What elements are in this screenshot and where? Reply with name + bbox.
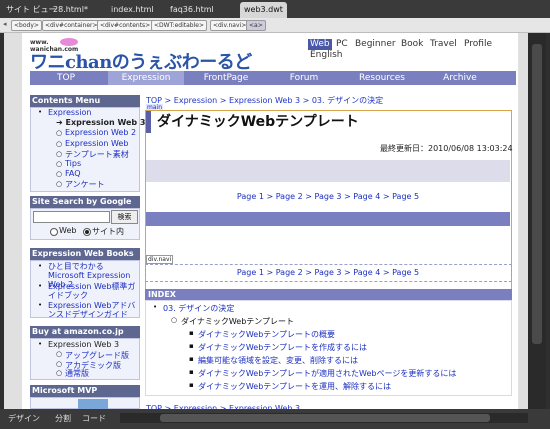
search-input[interactable] — [33, 211, 110, 223]
menu-item-expression-web[interactable]: Expression Web — [65, 139, 128, 148]
index-item-level3[interactable]: ダイナミックWebテンプレートが適用されたWebページを更新するには — [198, 368, 456, 379]
nav-frontpage[interactable]: FrontPage — [190, 71, 262, 85]
nav-forum[interactable]: Forum — [268, 71, 340, 85]
document-tab-bar: サイト ビュー 28.html* index.html faq36.html w… — [0, 0, 550, 18]
tab-design[interactable]: デザイン — [8, 412, 40, 426]
lang-profile[interactable]: Profile — [462, 39, 494, 50]
amazon-item: Expression Web 3 — [48, 340, 120, 349]
radio-web-label: Web — [59, 226, 77, 235]
lang-beginner[interactable]: Beginner — [353, 39, 398, 50]
section-divider — [146, 212, 510, 226]
tag-chip[interactable]: <DWT:editable> — [151, 20, 207, 31]
horizontal-scroll-thumb[interactable] — [160, 414, 490, 422]
book-item[interactable]: Expression Webアドバンスドデザインガイド — [48, 301, 138, 319]
tab-index-html[interactable]: index.html — [107, 2, 158, 18]
tag-chip[interactable]: <body> — [11, 20, 42, 31]
pager-bottom[interactable]: Page 1 > Page 2 > Page 3 > Page 4 > Page… — [146, 268, 510, 277]
index-title: INDEX — [145, 289, 512, 300]
index-item-level3[interactable]: ダイナミックWebテンプレートの概要 — [198, 329, 335, 340]
books-title: Expression Web Books — [30, 248, 140, 260]
index-item-level3[interactable]: 編集可能な領域を設定、変更、削除するには — [198, 355, 358, 366]
language-menu: Web PC Beginner Book Travel Profile Engl… — [306, 38, 502, 62]
div-navi-label: div.navi — [146, 255, 174, 264]
menu-item-expression-web-2[interactable]: Expression Web 2 — [65, 128, 136, 137]
breadcrumb[interactable]: TOP > Expression > Expression Web 3 > 03… — [146, 95, 383, 106]
tab-faq36-html[interactable]: faq36.html — [166, 2, 218, 18]
tag-chip[interactable]: <a> — [246, 20, 266, 31]
index-item-level2: ダイナミックWebテンプレート — [181, 317, 295, 326]
tag-chip[interactable]: <div#contents> — [97, 20, 154, 31]
index-item-level1[interactable]: 03. デザインの決定 — [163, 303, 234, 314]
nav-resources[interactable]: Resources — [346, 71, 418, 85]
lang-english[interactable]: English — [308, 50, 345, 61]
chevron-left-icon[interactable]: ◂ — [3, 20, 7, 28]
tab-web3-dwt[interactable]: web3.dwt — [240, 2, 287, 18]
tab-split[interactable]: 分割 — [55, 412, 71, 426]
radio-web[interactable] — [50, 228, 58, 236]
mvp-title: Microsoft MVP — [30, 385, 140, 397]
lang-web[interactable]: Web — [308, 39, 332, 50]
page-title: ダイナミックWebテンプレート — [146, 111, 510, 133]
tag-chip[interactable]: <div.navi> — [210, 20, 250, 31]
lang-book[interactable]: Book — [399, 39, 425, 50]
nav-archive[interactable]: Archive — [424, 71, 496, 85]
menu-item-tips[interactable]: Tips — [65, 159, 81, 168]
tag-chip[interactable]: <div#container> — [42, 20, 101, 31]
book-item[interactable]: Expression Web標準ガイドブック — [48, 282, 138, 300]
menu-item-faq[interactable]: FAQ — [65, 169, 81, 178]
index-item-level3[interactable]: ダイナミックWebテンプレートを作成するには — [198, 342, 367, 353]
menu-item-expression-web-3[interactable]: ➜ Expression Web 3 — [56, 118, 146, 127]
mvp-logo-image — [78, 399, 108, 409]
amazon-title: Buy at amazon.co.jp Now — [30, 326, 140, 348]
index-item-level3[interactable]: ダイナミックWebテンプレートを運用、解除するには — [198, 381, 391, 392]
menu-item-survey[interactable]: アンケート — [65, 179, 105, 190]
contents-menu-title: Contents Menu — [30, 95, 140, 107]
search-button[interactable]: 検索 — [111, 210, 138, 224]
lang-pc[interactable]: PC — [334, 39, 350, 50]
lang-travel[interactable]: Travel — [428, 39, 459, 50]
last-updated: 最終更新日：2010/06/08 13:03:24 — [380, 144, 513, 153]
global-nav: TOP Expression FrontPage Forum Resources… — [30, 71, 516, 85]
amazon-item[interactable]: 通常版 — [65, 368, 89, 379]
pager-top[interactable]: Page 1 > Page 2 > Page 3 > Page 4 > Page… — [146, 192, 510, 201]
radio-site[interactable] — [83, 228, 91, 236]
ad-banner-area — [146, 160, 510, 182]
tab-28-html[interactable]: 28.html* — [49, 2, 92, 18]
vertical-scroll-thumb[interactable] — [532, 44, 542, 344]
nav-expression[interactable]: Expression — [108, 71, 184, 85]
tab-code[interactable]: コード — [82, 412, 106, 426]
radio-site-label: サイト内 — [92, 227, 124, 236]
tag-selector-bar: ◂ <body> <div#container> <div#contents> … — [0, 18, 550, 33]
nav-top[interactable]: TOP — [30, 71, 102, 85]
menu-item-expression[interactable]: Expression — [48, 108, 91, 117]
crocodile-logo-icon — [60, 38, 78, 46]
site-search-title: Site Search by Google — [30, 196, 140, 208]
